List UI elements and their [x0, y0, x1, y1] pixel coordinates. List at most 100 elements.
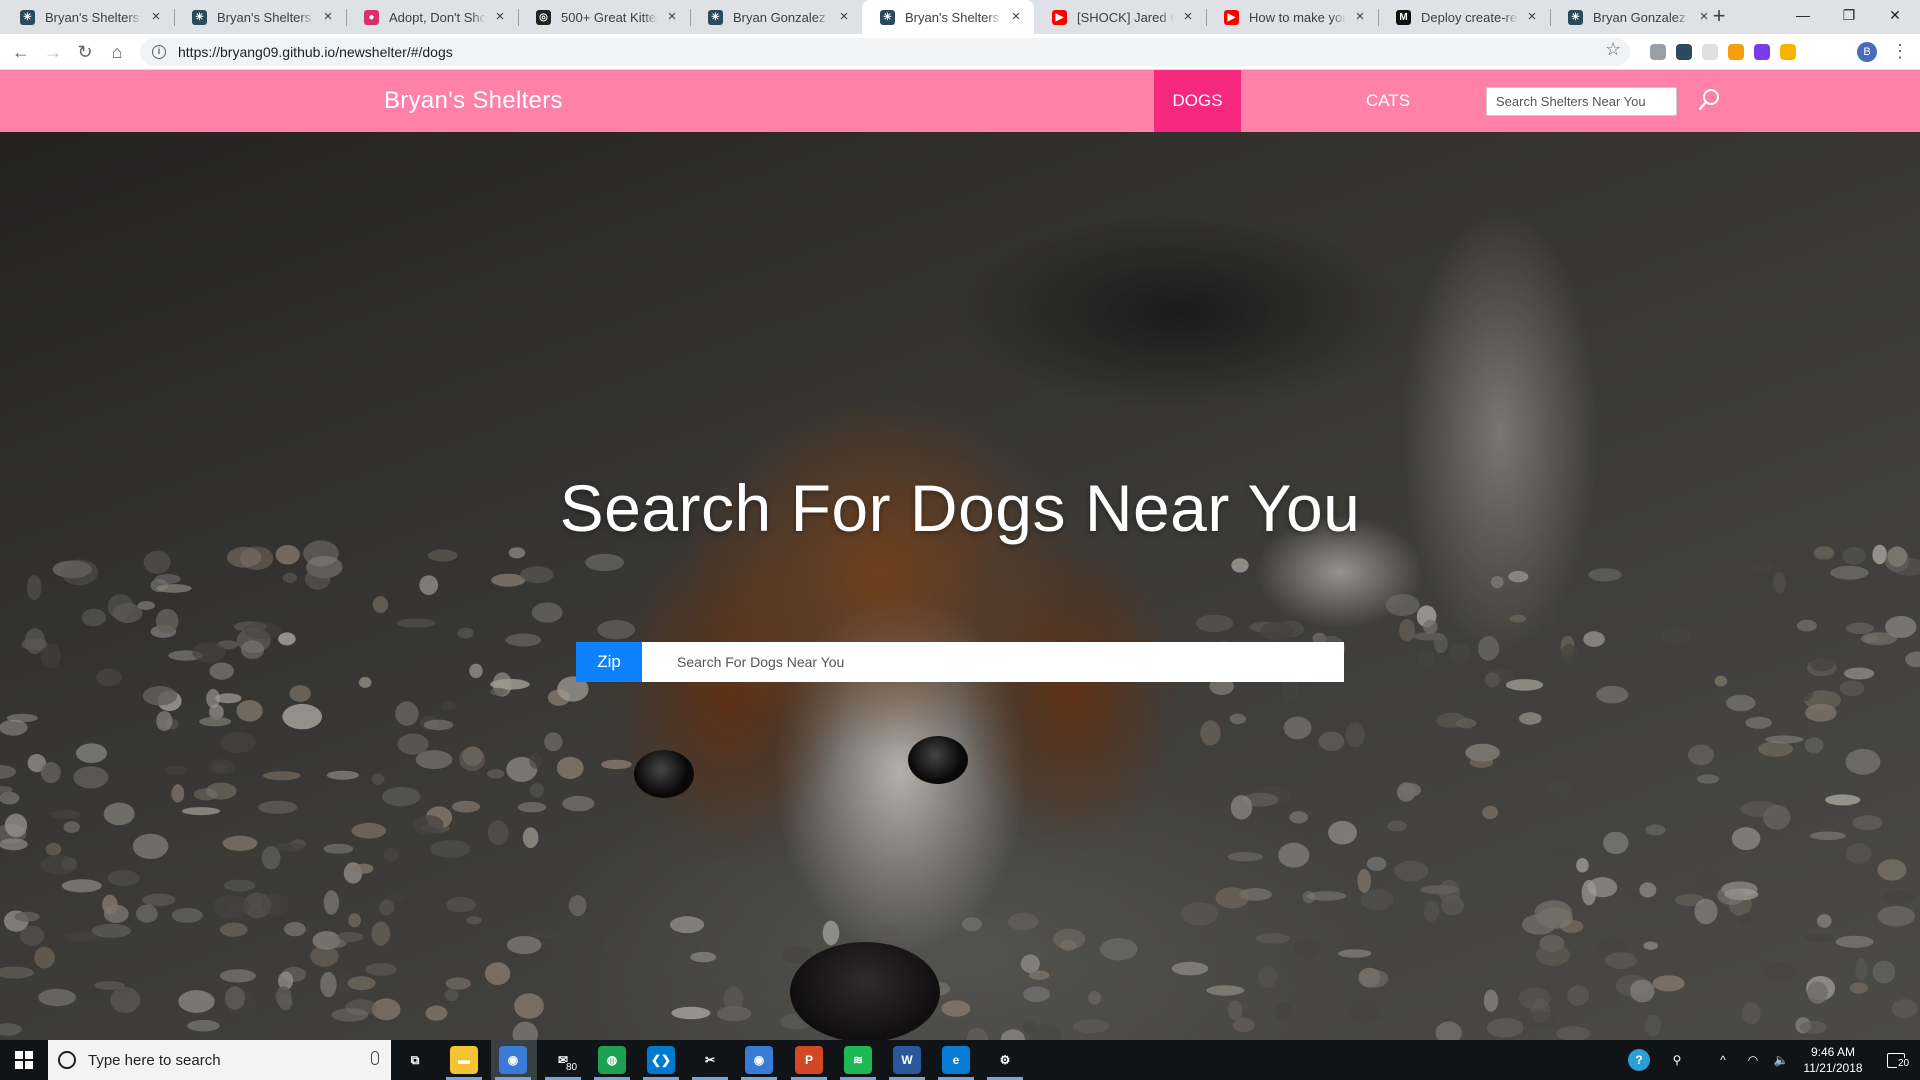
tab-title: Bryan Gonzalez | Fr — [1593, 9, 1690, 25]
tab-favicon-icon: ◎ — [536, 9, 551, 25]
browser-toolbar: ← → ↻ ⌂ i https://bryang09.github.io/new… — [0, 34, 1920, 70]
tab-favicon-icon: ▶ — [1052, 9, 1067, 25]
browser-tab[interactable]: ◎ 500+ Great Kitten P × — [518, 0, 690, 34]
nav-cats-link[interactable]: CATS — [1338, 70, 1438, 132]
tab-close-icon[interactable]: × — [1180, 9, 1196, 25]
browser-tab[interactable]: ▶ How to make your f × — [1206, 0, 1378, 34]
tab-favicon-icon: M — [1396, 9, 1411, 25]
browser-menu-icon[interactable]: ⋮ — [1891, 40, 1909, 62]
extension-icon[interactable] — [1676, 44, 1692, 60]
address-bar[interactable]: i https://bryang09.github.io/newshelter/… — [140, 38, 1630, 66]
tab-title: Bryan's Shelters — [217, 9, 312, 25]
tab-close-icon[interactable]: × — [836, 9, 852, 25]
tab-favicon-icon: ✳ — [1568, 9, 1583, 25]
dog-zip-search-input[interactable] — [642, 642, 1344, 682]
extension-icon[interactable] — [1754, 44, 1770, 60]
start-button[interactable] — [0, 1040, 48, 1080]
tab-title: Deploy create-react — [1421, 9, 1518, 25]
nav-dogs-link[interactable]: DOGS — [1154, 70, 1241, 132]
tab-favicon-icon: ✳ — [708, 9, 723, 25]
taskbar-clock[interactable]: 9:46 AM 11/21/2018 — [1798, 1044, 1868, 1076]
tab-close-icon[interactable]: × — [664, 9, 680, 25]
browser-tab[interactable]: ✳ Bryan's Shelters × — [2, 0, 174, 34]
help-glyph: ? — [1628, 1049, 1650, 1071]
browser-tab-strip: + — ❐ ✕ ✳ Bryan's Shelters × ✳ Bryan's Shelt… — [0, 0, 1920, 34]
site-brand[interactable]: Bryan's Shelters — [384, 70, 563, 132]
tab-close-icon[interactable]: × — [1524, 9, 1540, 25]
tab-favicon-icon: ▶ — [1224, 9, 1239, 25]
back-button[interactable]: ← — [8, 39, 34, 65]
maximize-button[interactable]: ❐ — [1826, 0, 1872, 30]
zip-label: Zip — [576, 642, 642, 682]
taskbar-search-box[interactable]: Type here to search — [48, 1040, 391, 1080]
tab-separator — [1378, 9, 1379, 26]
profile-avatar[interactable]: B — [1857, 42, 1877, 62]
extension-icon[interactable] — [1728, 44, 1744, 60]
tab-separator — [1550, 9, 1551, 26]
mail-badge: 80 — [565, 1062, 579, 1073]
browser-tab[interactable]: ✳ Bryan's Shelters × — [862, 0, 1034, 34]
clock-date: 11/21/2018 — [1803, 1061, 1863, 1075]
browser-tab[interactable]: ✳ Bryan Gonzalez | Fr × — [1550, 0, 1722, 34]
help-icon[interactable]: ? — [1622, 1040, 1656, 1080]
bookmark-star-icon[interactable]: ☆ — [1605, 39, 1621, 60]
browser-tab[interactable]: ✳ Bryan's Shelters × — [174, 0, 346, 34]
tab-favicon-icon: ✳ — [192, 9, 207, 25]
tab-close-icon[interactable]: × — [1008, 9, 1024, 25]
tab-favicon-icon: ● — [364, 9, 379, 25]
extension-icon[interactable] — [1650, 44, 1666, 60]
tab-separator — [174, 9, 175, 26]
taskbar-task-view-icon[interactable]: ⧉ — [401, 1046, 429, 1074]
taskbar-chrome-profile-icon[interactable]: ◉ — [745, 1046, 773, 1074]
people-icon[interactable]: ⚲ — [1662, 1040, 1692, 1080]
reload-button[interactable]: ↻ — [72, 39, 98, 65]
tab-close-icon[interactable]: × — [1352, 9, 1368, 25]
tab-close-icon[interactable]: × — [1696, 9, 1712, 25]
extension-icon[interactable] — [1702, 44, 1718, 60]
taskbar-edge-icon[interactable]: e — [942, 1046, 970, 1074]
tab-separator — [1206, 9, 1207, 26]
close-window-button[interactable]: ✕ — [1872, 0, 1918, 30]
action-center-icon[interactable]: 20 — [1876, 1040, 1916, 1080]
taskbar-powerpoint-icon[interactable]: P — [795, 1046, 823, 1074]
browser-tab[interactable]: ✳ Bryan Gonzalez | Fr × — [690, 0, 862, 34]
taskbar-snip-icon[interactable]: ✂ — [696, 1046, 724, 1074]
site-info-icon[interactable]: i — [152, 45, 166, 59]
tab-favicon-icon: ✳ — [880, 9, 895, 25]
taskbar-xbox-icon[interactable]: ◍ — [598, 1046, 626, 1074]
volume-icon[interactable]: 🔈 — [1768, 1040, 1794, 1080]
taskbar-game-icon[interactable]: ⚙ — [991, 1046, 1019, 1074]
search-icon[interactable] — [1696, 86, 1722, 114]
tab-separator — [518, 9, 519, 26]
tab-title: Bryan's Shelters — [45, 9, 140, 25]
tab-favicon-icon: ✳ — [20, 9, 35, 25]
home-button[interactable]: ⌂ — [104, 39, 130, 65]
minimize-button[interactable]: — — [1780, 0, 1826, 30]
browser-tab[interactable]: ● Adopt, Don't Shop × — [346, 0, 518, 34]
forward-button[interactable]: → — [40, 39, 66, 65]
notification-box-icon: 20 — [1887, 1052, 1911, 1069]
browser-tab[interactable]: M Deploy create-react × — [1378, 0, 1550, 34]
hero-title: Search For Dogs Near You — [559, 471, 1361, 545]
shelter-search-input[interactable] — [1486, 87, 1677, 116]
taskbar-spotify-icon[interactable]: ≋ — [844, 1046, 872, 1074]
tab-close-icon[interactable]: × — [148, 9, 164, 25]
show-hidden-icons-chevron[interactable]: ^ — [1710, 1040, 1736, 1080]
tab-close-icon[interactable]: × — [492, 9, 508, 25]
taskbar-search-placeholder: Type here to search — [88, 1051, 221, 1069]
tab-close-icon[interactable]: × — [320, 9, 336, 25]
windows-taskbar: Type here to search ⧉ ▬ ◉ ✉ 80 ◍ ❮❯ ✂ ◉ P ≋ We ⚙ ? ⚲… — [0, 1040, 1920, 1080]
taskbar-vscode-icon[interactable]: ❮❯ — [647, 1046, 675, 1074]
cortana-icon — [58, 1051, 76, 1069]
browser-tab[interactable]: ▶ [SHOCK] Jared Goff × — [1034, 0, 1206, 34]
microphone-icon[interactable] — [371, 1051, 379, 1065]
wifi-icon[interactable]: ◠ — [1740, 1040, 1766, 1080]
hero-overlay — [0, 132, 1920, 1040]
taskbar-file-explorer-icon[interactable]: ▬ — [450, 1046, 478, 1074]
hero-background-image — [0, 132, 1920, 1040]
taskbar-word-icon[interactable]: W — [893, 1046, 921, 1074]
taskbar-chrome-icon[interactable]: ◉ — [499, 1046, 527, 1074]
extension-icon[interactable] — [1780, 44, 1796, 60]
windows-logo-icon — [15, 1051, 33, 1069]
notification-count: 20 — [1897, 1057, 1911, 1069]
